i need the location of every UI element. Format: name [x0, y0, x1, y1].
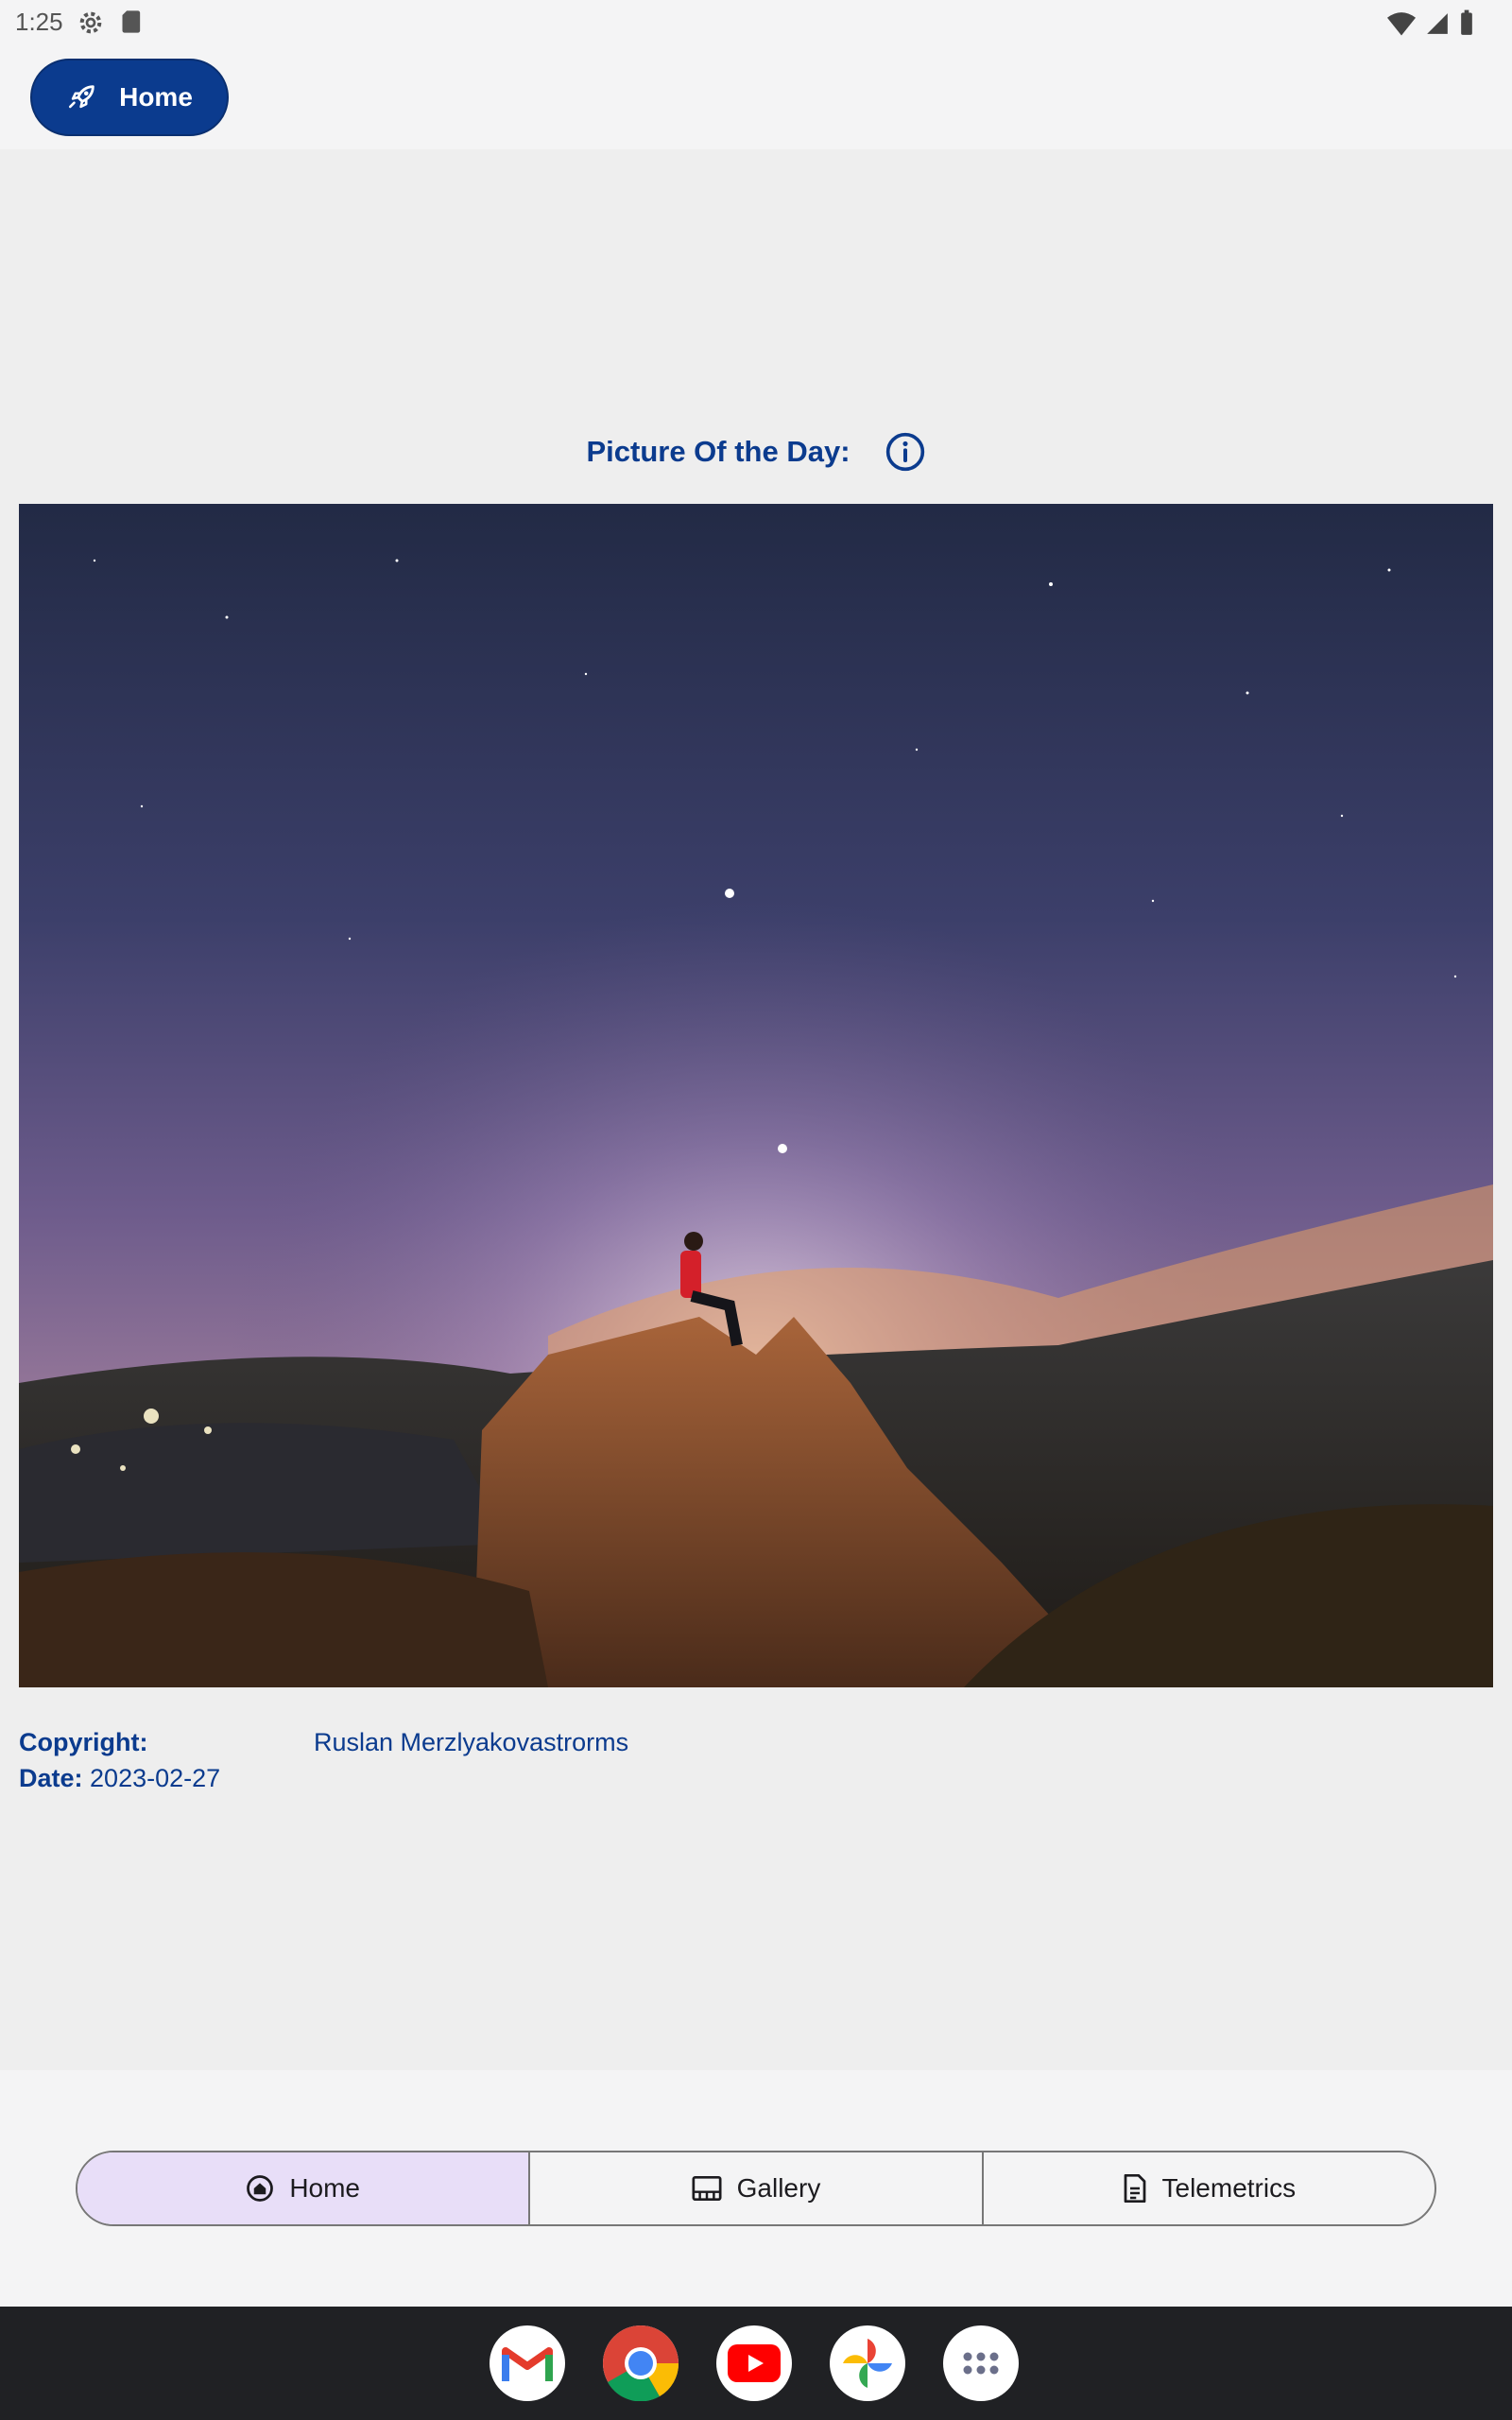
- app-dock: [0, 2307, 1512, 2420]
- chrome-icon[interactable]: [603, 2325, 679, 2401]
- rocket-icon: [69, 85, 94, 109]
- tab-telemetrics-label: Telemetrics: [1161, 2173, 1297, 2203]
- bottom-navigation-area: Home Gallery Telemetrics: [0, 2070, 1512, 2307]
- tab-gallery[interactable]: Gallery: [528, 2152, 981, 2224]
- home-button-label: Home: [119, 82, 193, 112]
- document-icon: [1124, 2174, 1145, 2203]
- content-area: Picture Of the Day: Copyright: Ruslan Me…: [0, 149, 1512, 2070]
- home-button[interactable]: Home: [30, 59, 229, 136]
- copyright-row: Copyright: Ruslan Merzlyakovastrorms: [19, 1728, 1474, 1764]
- date-row: Date: 2023-02-27: [19, 1764, 1474, 1800]
- gallery-icon: [692, 2175, 722, 2202]
- page-title: Picture Of the Day:: [586, 435, 850, 468]
- tab-gallery-label: Gallery: [736, 2173, 821, 2203]
- copyright-label: Copyright:: [19, 1728, 148, 1756]
- picture-of-day-image[interactable]: [19, 504, 1493, 1687]
- status-bar: 1:25: [0, 0, 1512, 47]
- settings-icon: [79, 11, 102, 34]
- sd-card-icon: [122, 10, 141, 33]
- status-time: 1:25: [15, 8, 63, 36]
- signal-icon: [1427, 13, 1448, 34]
- bottom-segmented-nav: Home Gallery Telemetrics: [76, 2151, 1436, 2226]
- date-label: Date:: [19, 1764, 83, 1792]
- date-value: 2023-02-27: [90, 1764, 221, 1792]
- tab-home[interactable]: Home: [77, 2152, 529, 2224]
- top-app-bar: Home: [0, 47, 1512, 149]
- info-icon[interactable]: [885, 431, 926, 473]
- app-drawer-icon[interactable]: [943, 2325, 1019, 2401]
- youtube-icon[interactable]: [716, 2325, 792, 2401]
- gmail-icon[interactable]: [490, 2325, 565, 2401]
- picture-metadata: Copyright: Ruslan Merzlyakovastrorms Dat…: [19, 1728, 1474, 1800]
- home-icon: [247, 2175, 274, 2202]
- photos-icon[interactable]: [830, 2325, 905, 2401]
- picture-of-day-header: Picture Of the Day:: [0, 424, 1512, 480]
- tab-telemetrics[interactable]: Telemetrics: [981, 2152, 1435, 2224]
- copyright-value: Ruslan Merzlyakovastrorms: [314, 1728, 629, 1756]
- tab-home-label: Home: [289, 2173, 361, 2203]
- wifi-icon: [1387, 12, 1416, 36]
- battery-icon: [1461, 9, 1472, 35]
